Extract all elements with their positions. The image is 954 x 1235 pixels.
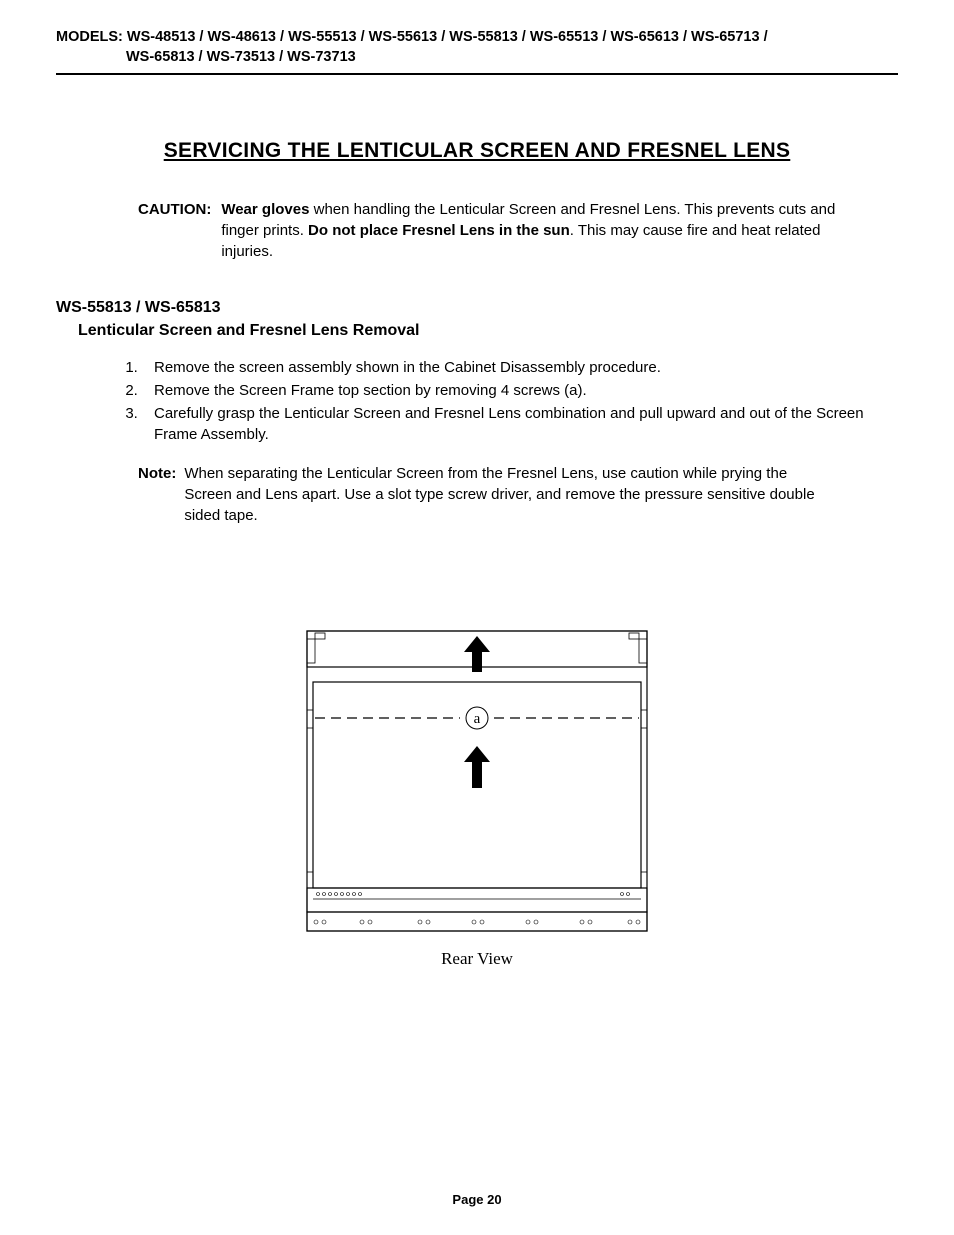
caution-bold-2: Do not place Fresnel Lens in the sun bbox=[308, 222, 570, 239]
models-line-2: WS-65813 / WS-73513 / WS-73713 bbox=[56, 48, 898, 68]
page-number: Page 20 bbox=[0, 1192, 954, 1207]
page-title: SERVICING THE LENTICULAR SCREEN AND FRES… bbox=[56, 139, 898, 163]
caution-body: Wear gloves when handling the Lenticular… bbox=[221, 199, 858, 262]
note-label: Note: bbox=[138, 463, 184, 526]
step-item: Carefully grasp the Lenticular Screen an… bbox=[142, 403, 898, 445]
diagram-caption: Rear View bbox=[56, 949, 898, 969]
models-header: MODELS: WS-48513 / WS-48613 / WS-55513 /… bbox=[56, 28, 898, 67]
caution-bold-1: Wear gloves bbox=[221, 201, 309, 218]
steps-list: Remove the screen assembly shown in the … bbox=[56, 357, 898, 445]
diagram-callout-a: a bbox=[474, 711, 481, 727]
up-arrow-icon bbox=[464, 746, 490, 788]
step-item: Remove the screen assembly shown in the … bbox=[142, 357, 898, 378]
caution-label: CAUTION: bbox=[138, 199, 221, 262]
models-label: MODELS: bbox=[56, 29, 123, 45]
step-item: Remove the Screen Frame top section by r… bbox=[142, 380, 898, 401]
models-line-1: WS-48513 / WS-48613 / WS-55513 / WS-5561… bbox=[127, 29, 768, 45]
subheading-line-1: WS-55813 / WS-65813 bbox=[56, 296, 898, 319]
caution-block: CAUTION: Wear gloves when handling the L… bbox=[138, 199, 858, 262]
diagram: a bbox=[56, 626, 898, 969]
subheading-line-2: Lenticular Screen and Fresnel Lens Remov… bbox=[56, 319, 898, 342]
rear-view-diagram-icon: a bbox=[302, 626, 652, 936]
note-block: Note: When separating the Lenticular Scr… bbox=[138, 463, 818, 526]
header-rule bbox=[56, 73, 898, 75]
subheading: WS-55813 / WS-65813 Lenticular Screen an… bbox=[56, 296, 898, 342]
note-body: When separating the Lenticular Screen fr… bbox=[184, 463, 818, 526]
